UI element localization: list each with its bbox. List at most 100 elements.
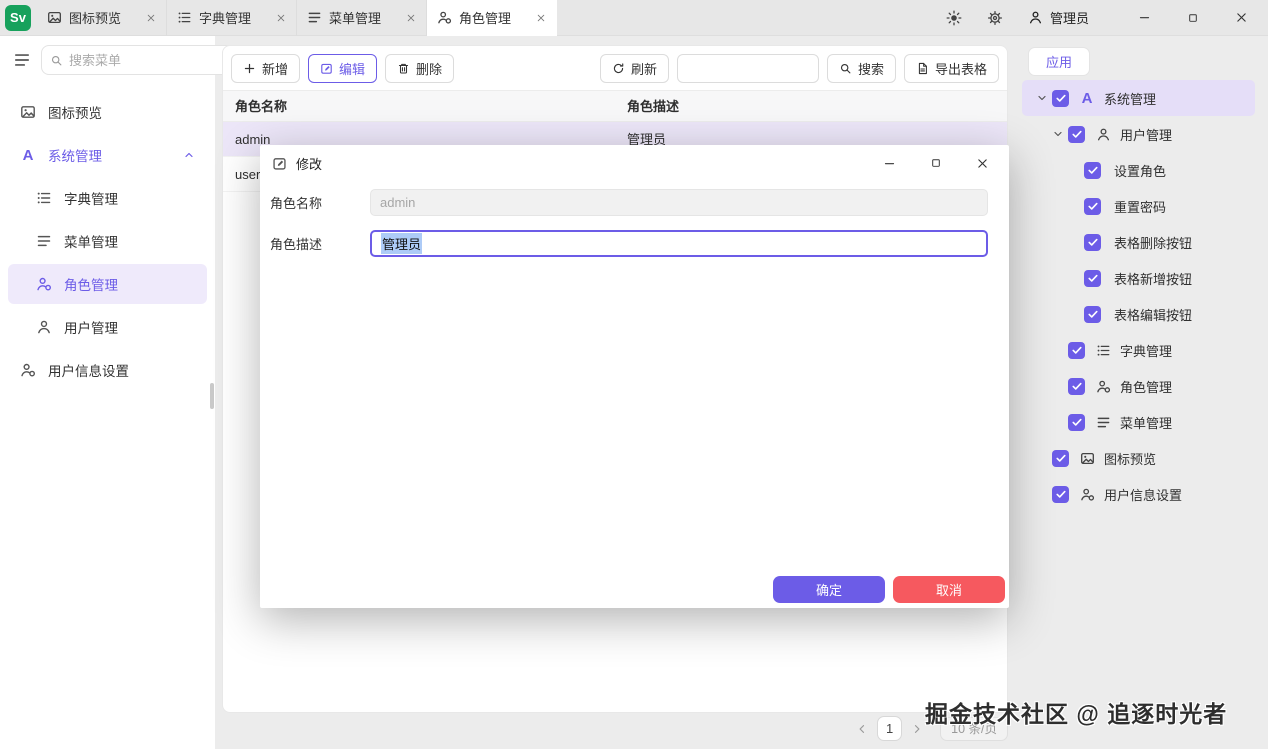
column-role-desc[interactable]: 角色描述 xyxy=(615,91,1007,121)
sidebar-item-icon-preview[interactable]: 图标预览 xyxy=(8,92,207,132)
dialog-close-button[interactable] xyxy=(976,157,989,170)
chevron-down-icon[interactable] xyxy=(1032,92,1052,104)
dialog-maximize-button[interactable] xyxy=(930,157,942,169)
search-button[interactable]: 搜索 xyxy=(826,53,896,83)
checkbox-checked[interactable] xyxy=(1052,449,1069,467)
tree-item-dict-management[interactable]: 字典管理 xyxy=(1022,332,1255,368)
tab-close-icon[interactable] xyxy=(276,13,286,23)
checkbox-checked[interactable] xyxy=(1068,377,1085,395)
sidebar-scrollbar[interactable] xyxy=(210,383,214,409)
check-icon xyxy=(1071,344,1083,356)
checkbox-checked[interactable] xyxy=(1052,89,1069,107)
checkbox-checked[interactable] xyxy=(1084,233,1101,251)
dict-icon xyxy=(36,190,52,206)
plus-icon xyxy=(243,62,256,75)
image-icon xyxy=(47,10,62,25)
watermark-text: 掘金技术社区 @ 追逐时光者 xyxy=(925,701,1228,727)
tree-item-table-add-button[interactable]: 表格新增按钮 xyxy=(1022,260,1255,296)
checkbox-checked[interactable] xyxy=(1068,413,1085,431)
dialog-title: 修改 xyxy=(296,156,323,172)
tab-close-icon[interactable] xyxy=(406,13,416,23)
check-icon xyxy=(1071,128,1083,140)
close-button[interactable] xyxy=(1235,11,1248,24)
sidebar-item-user-info-settings[interactable]: 用户信息设置 xyxy=(8,350,207,390)
tab-menu-management[interactable]: 菜单管理 xyxy=(297,0,427,36)
table-search-input[interactable] xyxy=(676,53,819,83)
ok-button[interactable]: 确定 xyxy=(773,576,885,603)
dialog-minimize-button[interactable] xyxy=(883,157,896,170)
tree-item-menu-management[interactable]: 菜单管理 xyxy=(1022,404,1255,440)
role-desc-input[interactable]: 管理员 xyxy=(370,230,988,257)
chevron-down-icon[interactable] xyxy=(1048,128,1068,140)
delete-button[interactable]: 删除 xyxy=(385,53,455,83)
check-icon xyxy=(1087,200,1099,212)
current-page[interactable]: 1 xyxy=(877,716,903,741)
user-icon xyxy=(1028,10,1043,25)
tree-item-label: 图标预览 xyxy=(1104,451,1157,467)
refresh-icon xyxy=(612,62,625,75)
checkbox-checked[interactable] xyxy=(1052,485,1069,503)
sidebar-item-label: 图标预览 xyxy=(48,106,102,121)
edit-icon xyxy=(272,156,287,171)
sidebar-header xyxy=(0,36,254,81)
sidebar-item-role-management[interactable]: 角色管理 xyxy=(8,264,207,304)
app-window: Sv 图标预览 字典管理 菜单管理 角色管理 管理员 搜索菜单 图标预览 A 系… xyxy=(0,0,1268,749)
role-name-field-row: 角色名称 admin xyxy=(260,189,1009,216)
hamburger-menu-icon[interactable] xyxy=(13,51,31,69)
tree-item-reset-password[interactable]: 重置密码 xyxy=(1022,188,1255,224)
tab-close-icon[interactable] xyxy=(146,13,156,23)
edit-button[interactable]: 编辑 xyxy=(308,53,378,83)
checkbox-checked[interactable] xyxy=(1068,341,1085,359)
tree-item-table-delete-button[interactable]: 表格删除按钮 xyxy=(1022,224,1255,260)
tree-item-set-role[interactable]: 设置角色 xyxy=(1022,152,1255,188)
app-tab-button[interactable]: 应用 xyxy=(1028,47,1090,76)
menu-icon xyxy=(36,233,52,249)
checkbox-checked[interactable] xyxy=(1084,269,1101,287)
menu-search-input[interactable] xyxy=(69,52,245,68)
tab-dict-management[interactable]: 字典管理 xyxy=(167,0,297,36)
sidebar-item-menu-management[interactable]: 菜单管理 xyxy=(8,221,207,261)
sidebar-item-user-management[interactable]: 用户管理 xyxy=(8,307,207,347)
refresh-button[interactable]: 刷新 xyxy=(599,53,669,83)
search-icon xyxy=(50,54,63,67)
check-icon xyxy=(1071,380,1083,392)
tree-item-user-management[interactable]: 用户管理 xyxy=(1022,116,1255,152)
cancel-button[interactable]: 取消 xyxy=(893,576,1005,603)
prev-page-button[interactable] xyxy=(856,723,868,735)
checkbox-checked[interactable] xyxy=(1084,197,1101,215)
tree-item-system-management[interactable]: A 系统管理 xyxy=(1022,80,1255,116)
chevron-up-icon xyxy=(183,149,195,161)
next-page-button[interactable] xyxy=(911,723,923,735)
column-role-name[interactable]: 角色名称 xyxy=(223,91,615,121)
tab-role-management[interactable]: 角色管理 xyxy=(427,0,557,36)
settings-gear-icon[interactable] xyxy=(987,10,1003,26)
maximize-button[interactable] xyxy=(1187,12,1199,24)
modify-dialog: 修改 角色名称 admin 角色描述 管理员 确定 取消 xyxy=(260,145,1009,608)
delete-button-label: 删除 xyxy=(416,61,443,77)
role-desc-value-selected: 管理员 xyxy=(381,233,423,254)
tree-item-user-info-settings[interactable]: 用户信息设置 xyxy=(1022,476,1255,512)
role-name-input[interactable]: admin xyxy=(370,189,988,216)
tree-item-table-edit-button[interactable]: 表格编辑按钮 xyxy=(1022,296,1255,332)
user-menu[interactable]: 管理员 xyxy=(1028,8,1089,27)
table-toolbar: 新增 编辑 删除 刷新 搜索 导出表格 xyxy=(223,46,1007,90)
checkbox-checked[interactable] xyxy=(1084,305,1101,323)
checkbox-checked[interactable] xyxy=(1084,161,1101,179)
sidebar-item-system-management[interactable]: A 系统管理 xyxy=(8,135,207,175)
theme-sun-icon[interactable] xyxy=(946,10,962,26)
checkbox-checked[interactable] xyxy=(1068,125,1085,143)
role-icon xyxy=(1096,379,1111,394)
tab-icon-preview[interactable]: 图标预览 xyxy=(37,0,167,36)
tab-close-icon[interactable] xyxy=(536,13,546,23)
sidebar-item-dict-management[interactable]: 字典管理 xyxy=(8,178,207,218)
tree-item-label: 设置角色 xyxy=(1114,163,1167,179)
minimize-button[interactable] xyxy=(1138,11,1151,24)
export-button[interactable]: 导出表格 xyxy=(903,53,999,83)
tree-item-icon-preview[interactable]: 图标预览 xyxy=(1022,440,1255,476)
app-logo-text: Sv xyxy=(10,10,26,25)
dialog-titlebar[interactable]: 修改 xyxy=(260,145,1009,181)
edit-button-label: 编辑 xyxy=(339,61,366,77)
role-desc-label: 角色描述 xyxy=(270,237,323,252)
tree-item-role-management[interactable]: 角色管理 xyxy=(1022,368,1255,404)
add-button[interactable]: 新增 xyxy=(231,53,301,83)
